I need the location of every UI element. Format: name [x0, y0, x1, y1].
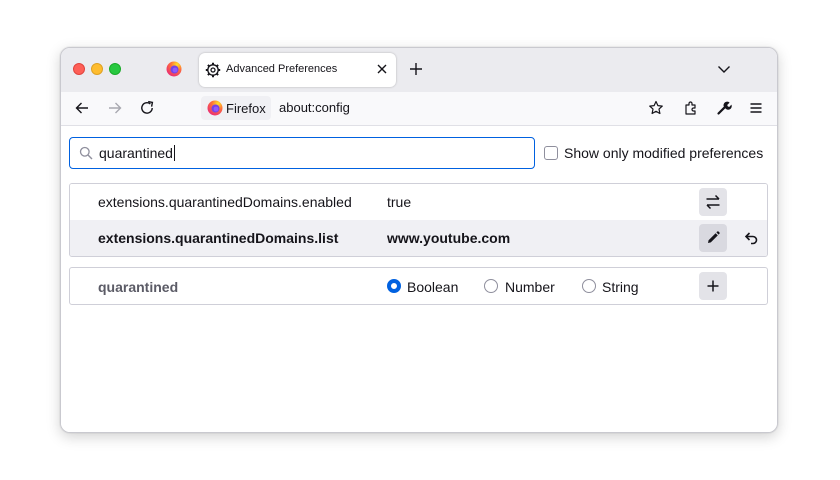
url-text[interactable]: about:config — [279, 100, 350, 115]
number-label[interactable]: Number — [505, 279, 555, 295]
string-label[interactable]: String — [602, 279, 639, 295]
undo-icon — [744, 232, 758, 245]
close-window-button[interactable] — [73, 63, 85, 75]
tab-title: Advanced Preferences — [226, 63, 338, 75]
toggle-button[interactable] — [699, 188, 727, 216]
pref-name: extensions.quarantinedDomains.list — [98, 230, 339, 246]
url-bar[interactable]: Firefox about:config — [199, 95, 669, 121]
show-modified-label[interactable]: Show only modified preferences — [564, 145, 763, 161]
add-preference-row: quarantined Boolean Number String — [69, 267, 768, 305]
forward-arrow-icon[interactable] — [107, 100, 123, 116]
string-radio[interactable] — [582, 279, 596, 293]
wrench-icon[interactable] — [716, 100, 732, 116]
tab-strip: Advanced Preferences — [61, 48, 777, 92]
new-tab-icon[interactable] — [408, 61, 424, 77]
tab-advanced-preferences[interactable]: Advanced Preferences — [199, 53, 396, 87]
about-config-page: quarantined Show only modified preferenc… — [61, 126, 777, 432]
number-radio[interactable] — [484, 279, 498, 293]
navigation-toolbar: Firefox about:config — [61, 92, 777, 126]
firefox-icon — [207, 100, 223, 116]
edit-icon — [708, 231, 720, 243]
extensions-icon[interactable] — [683, 100, 699, 116]
maximize-window-button[interactable] — [109, 63, 121, 75]
chevron-down-icon[interactable] — [716, 61, 732, 77]
firefox-icon[interactable] — [166, 61, 182, 77]
minimize-window-button[interactable] — [91, 63, 103, 75]
add-button[interactable] — [699, 272, 727, 300]
star-icon[interactable] — [648, 100, 664, 116]
plus-icon — [707, 280, 719, 292]
boolean-radio[interactable] — [387, 279, 401, 293]
browser-window: Advanced Preferences Firefox about:confi… — [60, 47, 778, 433]
preferences-table: extensions.quarantinedDomains.enabled tr… — [69, 183, 768, 257]
gear-icon — [205, 62, 221, 78]
identity-box[interactable]: Firefox — [201, 96, 271, 120]
identity-label: Firefox — [226, 101, 266, 116]
search-input[interactable]: quarantined — [69, 137, 535, 169]
reload-icon[interactable] — [139, 100, 155, 116]
pref-value: www.youtube.com — [387, 230, 511, 246]
search-icon — [79, 146, 93, 160]
menu-icon[interactable] — [748, 100, 764, 116]
table-row: extensions.quarantinedDomains.enabled tr… — [70, 184, 767, 220]
edit-button[interactable] — [699, 224, 727, 252]
pref-value: true — [387, 194, 412, 210]
toggle-icon — [706, 194, 720, 210]
table-row: extensions.quarantinedDomains.list www.y… — [70, 220, 767, 256]
reset-button[interactable] — [737, 224, 765, 252]
close-tab-icon[interactable] — [375, 62, 389, 76]
new-pref-name: quarantined — [98, 279, 179, 295]
pref-name: extensions.quarantinedDomains.enabled — [98, 194, 352, 210]
back-arrow-icon[interactable] — [74, 100, 90, 116]
search-value: quarantined — [99, 145, 175, 161]
show-modified-checkbox[interactable] — [544, 146, 558, 160]
boolean-label[interactable]: Boolean — [407, 279, 458, 295]
